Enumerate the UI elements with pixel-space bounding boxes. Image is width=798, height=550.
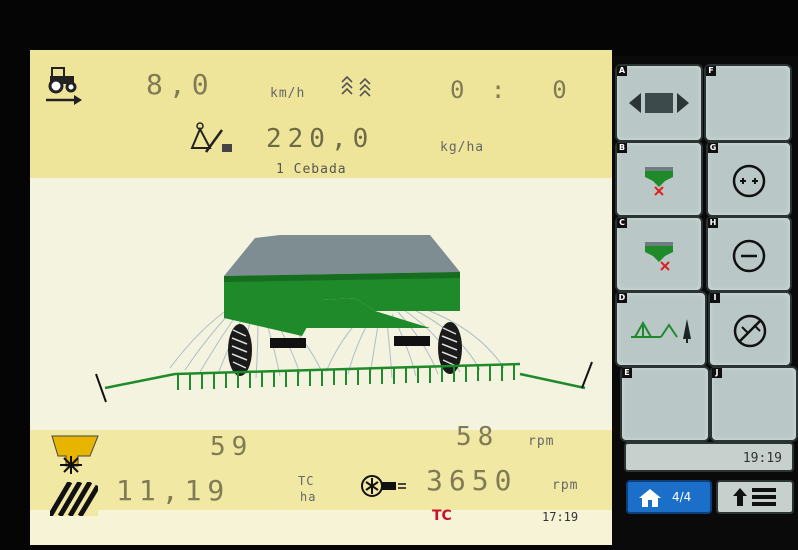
- menu-button[interactable]: [716, 480, 794, 514]
- softkey-h[interactable]: H: [706, 216, 792, 292]
- speed-unit: km/h: [270, 86, 306, 101]
- hopper-right-off-icon: [645, 242, 673, 271]
- softkey-letter: J: [712, 368, 722, 378]
- rate-reset-icon: [733, 314, 767, 348]
- softkey-f[interactable]: F: [704, 64, 792, 142]
- vt-work-area: 8,0 km/h 0 : 0 220,0 kg/ha 1 Cebada 59 5…: [30, 50, 612, 545]
- page-indicator: 4/4: [672, 490, 692, 504]
- side-clock: 19:19: [624, 442, 794, 472]
- softkey-d[interactable]: D: [615, 291, 707, 367]
- softkey-i[interactable]: I: [708, 291, 792, 367]
- status-time: 17:19: [542, 510, 579, 524]
- worked-area-icon: [50, 482, 98, 516]
- counter-value: 0 : 0: [450, 76, 573, 104]
- product-name: 1 Cebada: [276, 162, 347, 177]
- hopper-left-off-icon: [645, 167, 673, 196]
- rate-value: 220,0: [266, 124, 375, 154]
- area-unit-bottom: ha: [300, 490, 317, 504]
- menu-up-icon: [733, 488, 776, 506]
- status-bar: [30, 510, 612, 545]
- tractor-speed-icon: [46, 67, 82, 105]
- section-width-icon: [629, 93, 689, 113]
- seeder-illustration: [95, 235, 593, 403]
- area-value: 11,19: [116, 474, 231, 507]
- fan-rpm-unit: rpm: [552, 478, 579, 493]
- home-icon: [639, 489, 661, 507]
- softkey-letter: E: [622, 368, 632, 378]
- fan-icon: [361, 475, 406, 497]
- softkey-b[interactable]: B: [615, 141, 703, 217]
- rate-decrease-icon: [732, 239, 766, 273]
- tc-logo: TC: [432, 508, 452, 524]
- fan-rpm-value: 3650: [426, 464, 518, 497]
- boom-trees-icon: [631, 319, 691, 343]
- rate-increase-icon: [732, 164, 766, 198]
- header-band: [30, 50, 612, 178]
- softkey-letter: F: [706, 66, 716, 76]
- hopper-level-icon: [51, 435, 99, 474]
- seed-rows-icon: [341, 76, 371, 97]
- application-rate-icon: [190, 122, 232, 153]
- rate-unit: kg/ha: [440, 140, 485, 155]
- shaft-rpm-value: 58: [456, 422, 500, 452]
- hopper-value: 59: [210, 432, 254, 462]
- softkey-e[interactable]: E: [620, 366, 710, 442]
- area-unit-top: TC: [298, 474, 315, 488]
- softkey-j[interactable]: J: [710, 366, 798, 442]
- home-button[interactable]: 4/4: [626, 480, 712, 514]
- softkey-a[interactable]: A: [615, 64, 703, 142]
- softkey-c[interactable]: C: [615, 216, 703, 292]
- shaft-rpm-unit: rpm: [528, 434, 555, 449]
- softkey-g[interactable]: G: [706, 141, 792, 217]
- speed-value: 8,0: [146, 68, 215, 101]
